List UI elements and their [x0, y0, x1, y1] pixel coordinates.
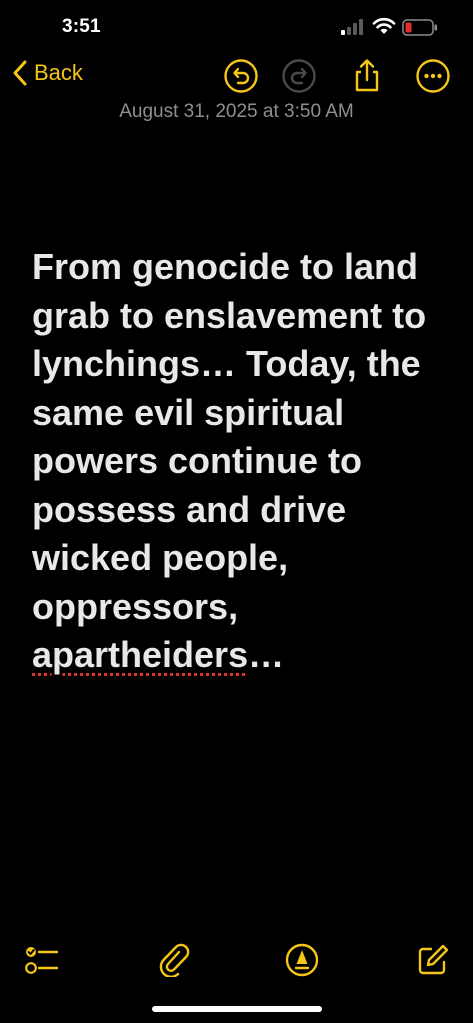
battery-icon: [402, 19, 437, 36]
markup-pen-icon[interactable]: [285, 943, 319, 977]
note-date: August 31, 2025 at 3:50 AM: [119, 101, 354, 122]
note-body[interactable]: From genocide to land grab to enslavemen…: [32, 243, 452, 680]
share-icon[interactable]: [349, 58, 385, 94]
paperclip-icon[interactable]: [158, 943, 192, 977]
status-bar: 3:51: [0, 0, 473, 56]
bottom-toolbar: [0, 935, 473, 985]
chevron-left-icon: [13, 60, 27, 86]
undo-icon[interactable]: [223, 58, 259, 94]
misspelled-word[interactable]: apartheiders: [32, 634, 248, 675]
checklist-icon[interactable]: [24, 943, 58, 977]
cellular-signal-icon: [341, 19, 363, 35]
navigation-bar: Back: [0, 56, 473, 98]
note-text: From genocide to land grab to enslavemen…: [32, 246, 427, 627]
back-button[interactable]: Back: [12, 60, 83, 86]
wifi-icon: [372, 17, 396, 34]
more-icon[interactable]: [415, 58, 451, 94]
redo-icon[interactable]: [281, 58, 317, 94]
home-indicator[interactable]: [152, 1006, 322, 1012]
status-time: 3:51: [62, 16, 101, 37]
back-label: Back: [34, 60, 83, 85]
compose-icon[interactable]: [416, 943, 450, 977]
note-text-end: …: [248, 634, 285, 675]
